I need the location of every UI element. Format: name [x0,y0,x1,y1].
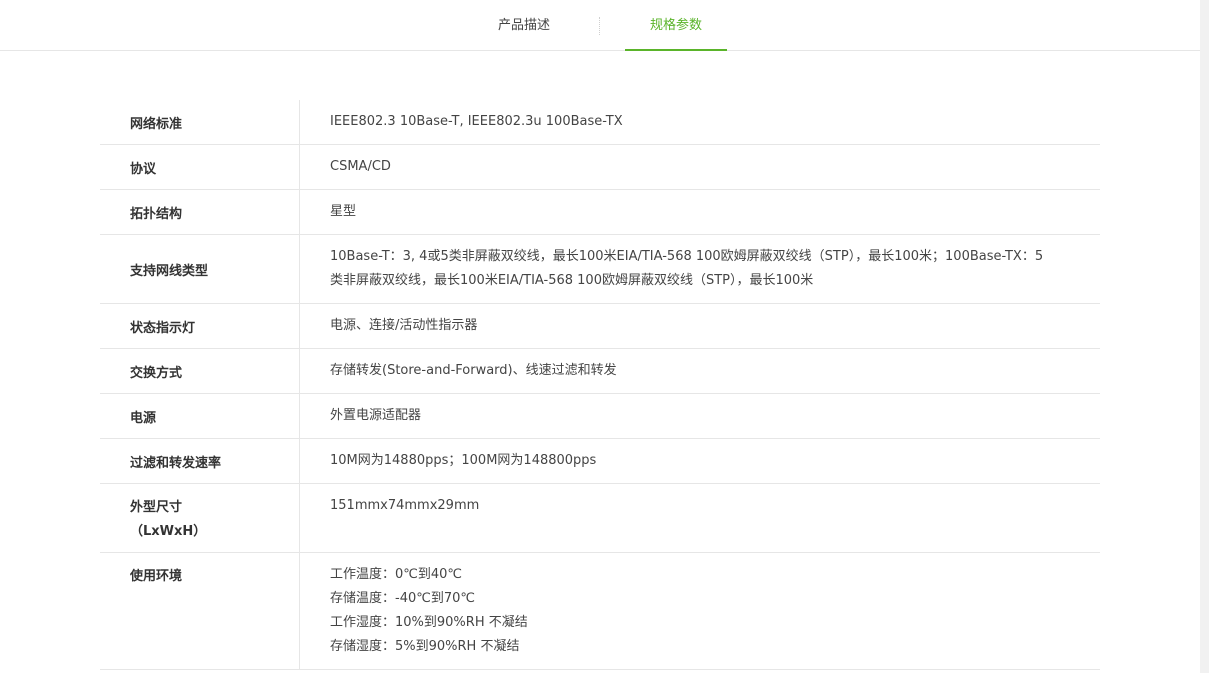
env-line: 工作温度：0℃到40℃ [330,567,463,582]
spec-row-forwarding-rate: 过滤和转发速率 10M网为14880pps；100M网为148800pps [100,439,1100,484]
tab-product-description[interactable]: 产品描述 [473,0,575,50]
spec-value: 外置电源适配器 [330,408,422,423]
spec-row-network-standard: 网络标准 IEEE802.3 10Base-T, IEEE802.3u 100B… [100,100,1100,145]
spec-value: 存储转发(Store-and-Forward)、线速过滤和转发 [330,363,617,378]
spec-row-cable-types: 支持网线类型 10Base-T：3, 4或5类非屏蔽双绞线，最长100米EIA/… [100,235,1100,304]
tab-specifications-label: 规格参数 [649,18,702,33]
tab-bar: 产品描述 规格参数 [0,0,1200,51]
spec-value: IEEE802.3 10Base-T, IEEE802.3u 100Base-T… [330,114,623,129]
spec-value: 电源、连接/活动性指示器 [330,318,478,333]
spec-row-switching-method: 交换方式 存储转发(Store-and-Forward)、线速过滤和转发 [100,349,1100,394]
spec-label: 使用环境 [100,553,300,669]
spec-value: 10Base-T：3, 4或5类非屏蔽双绞线，最长100米EIA/TIA-568… [330,249,1044,288]
spec-row-power: 电源 外置电源适配器 [100,394,1100,439]
active-tab-indicator [625,49,727,51]
spec-label: 拓扑结构 [100,190,300,234]
spec-label: 过滤和转发速率 [100,439,300,483]
page: 产品描述 规格参数 网络标准 IEEE802.3 10Base-T, IEEE8… [0,0,1209,673]
spec-row-environment: 使用环境 工作温度：0℃到40℃ 存储温度：-40℃到70℃ 工作湿度：10%到… [100,553,1100,670]
spec-row-dimensions: 外型尺寸 （LxWxH） 151mmx74mmx29mm [100,484,1100,553]
tab-specifications[interactable]: 规格参数 [625,0,727,51]
spec-label: 电源 [100,394,300,438]
spec-value: 151mmx74mmx29mm [330,498,480,513]
env-line: 工作湿度：10%到90%RH 不凝结 [330,615,528,630]
spec-row-protocol: 协议 CSMA/CD [100,145,1100,190]
spec-label: 协议 [100,145,300,189]
spec-label: 支持网线类型 [100,235,300,303]
environment-lines: 工作温度：0℃到40℃ 存储温度：-40℃到70℃ 工作湿度：10%到90%RH… [330,563,528,659]
env-line: 存储湿度：5%到90%RH 不凝结 [330,639,520,654]
env-line: 存储温度：-40℃到70℃ [330,591,475,606]
spec-value: 10M网为14880pps；100M网为148800pps [330,453,597,468]
spec-row-topology: 拓扑结构 星型 [100,190,1100,235]
spec-value: 星型 [330,204,357,219]
spec-label: 交换方式 [100,349,300,393]
spec-label: 外型尺寸 （LxWxH） [100,484,300,552]
spec-value: CSMA/CD [330,159,391,174]
spec-label: 网络标准 [100,100,300,144]
spec-row-status-leds: 状态指示灯 电源、连接/活动性指示器 [100,304,1100,349]
spec-label: 状态指示灯 [100,304,300,348]
tab-separator [599,17,600,35]
spec-table: 网络标准 IEEE802.3 10Base-T, IEEE802.3u 100B… [100,100,1100,670]
spec-value: 工作温度：0℃到40℃ 存储温度：-40℃到70℃ 工作湿度：10%到90%RH… [300,553,1100,669]
page-scrollbar[interactable] [1200,0,1209,673]
